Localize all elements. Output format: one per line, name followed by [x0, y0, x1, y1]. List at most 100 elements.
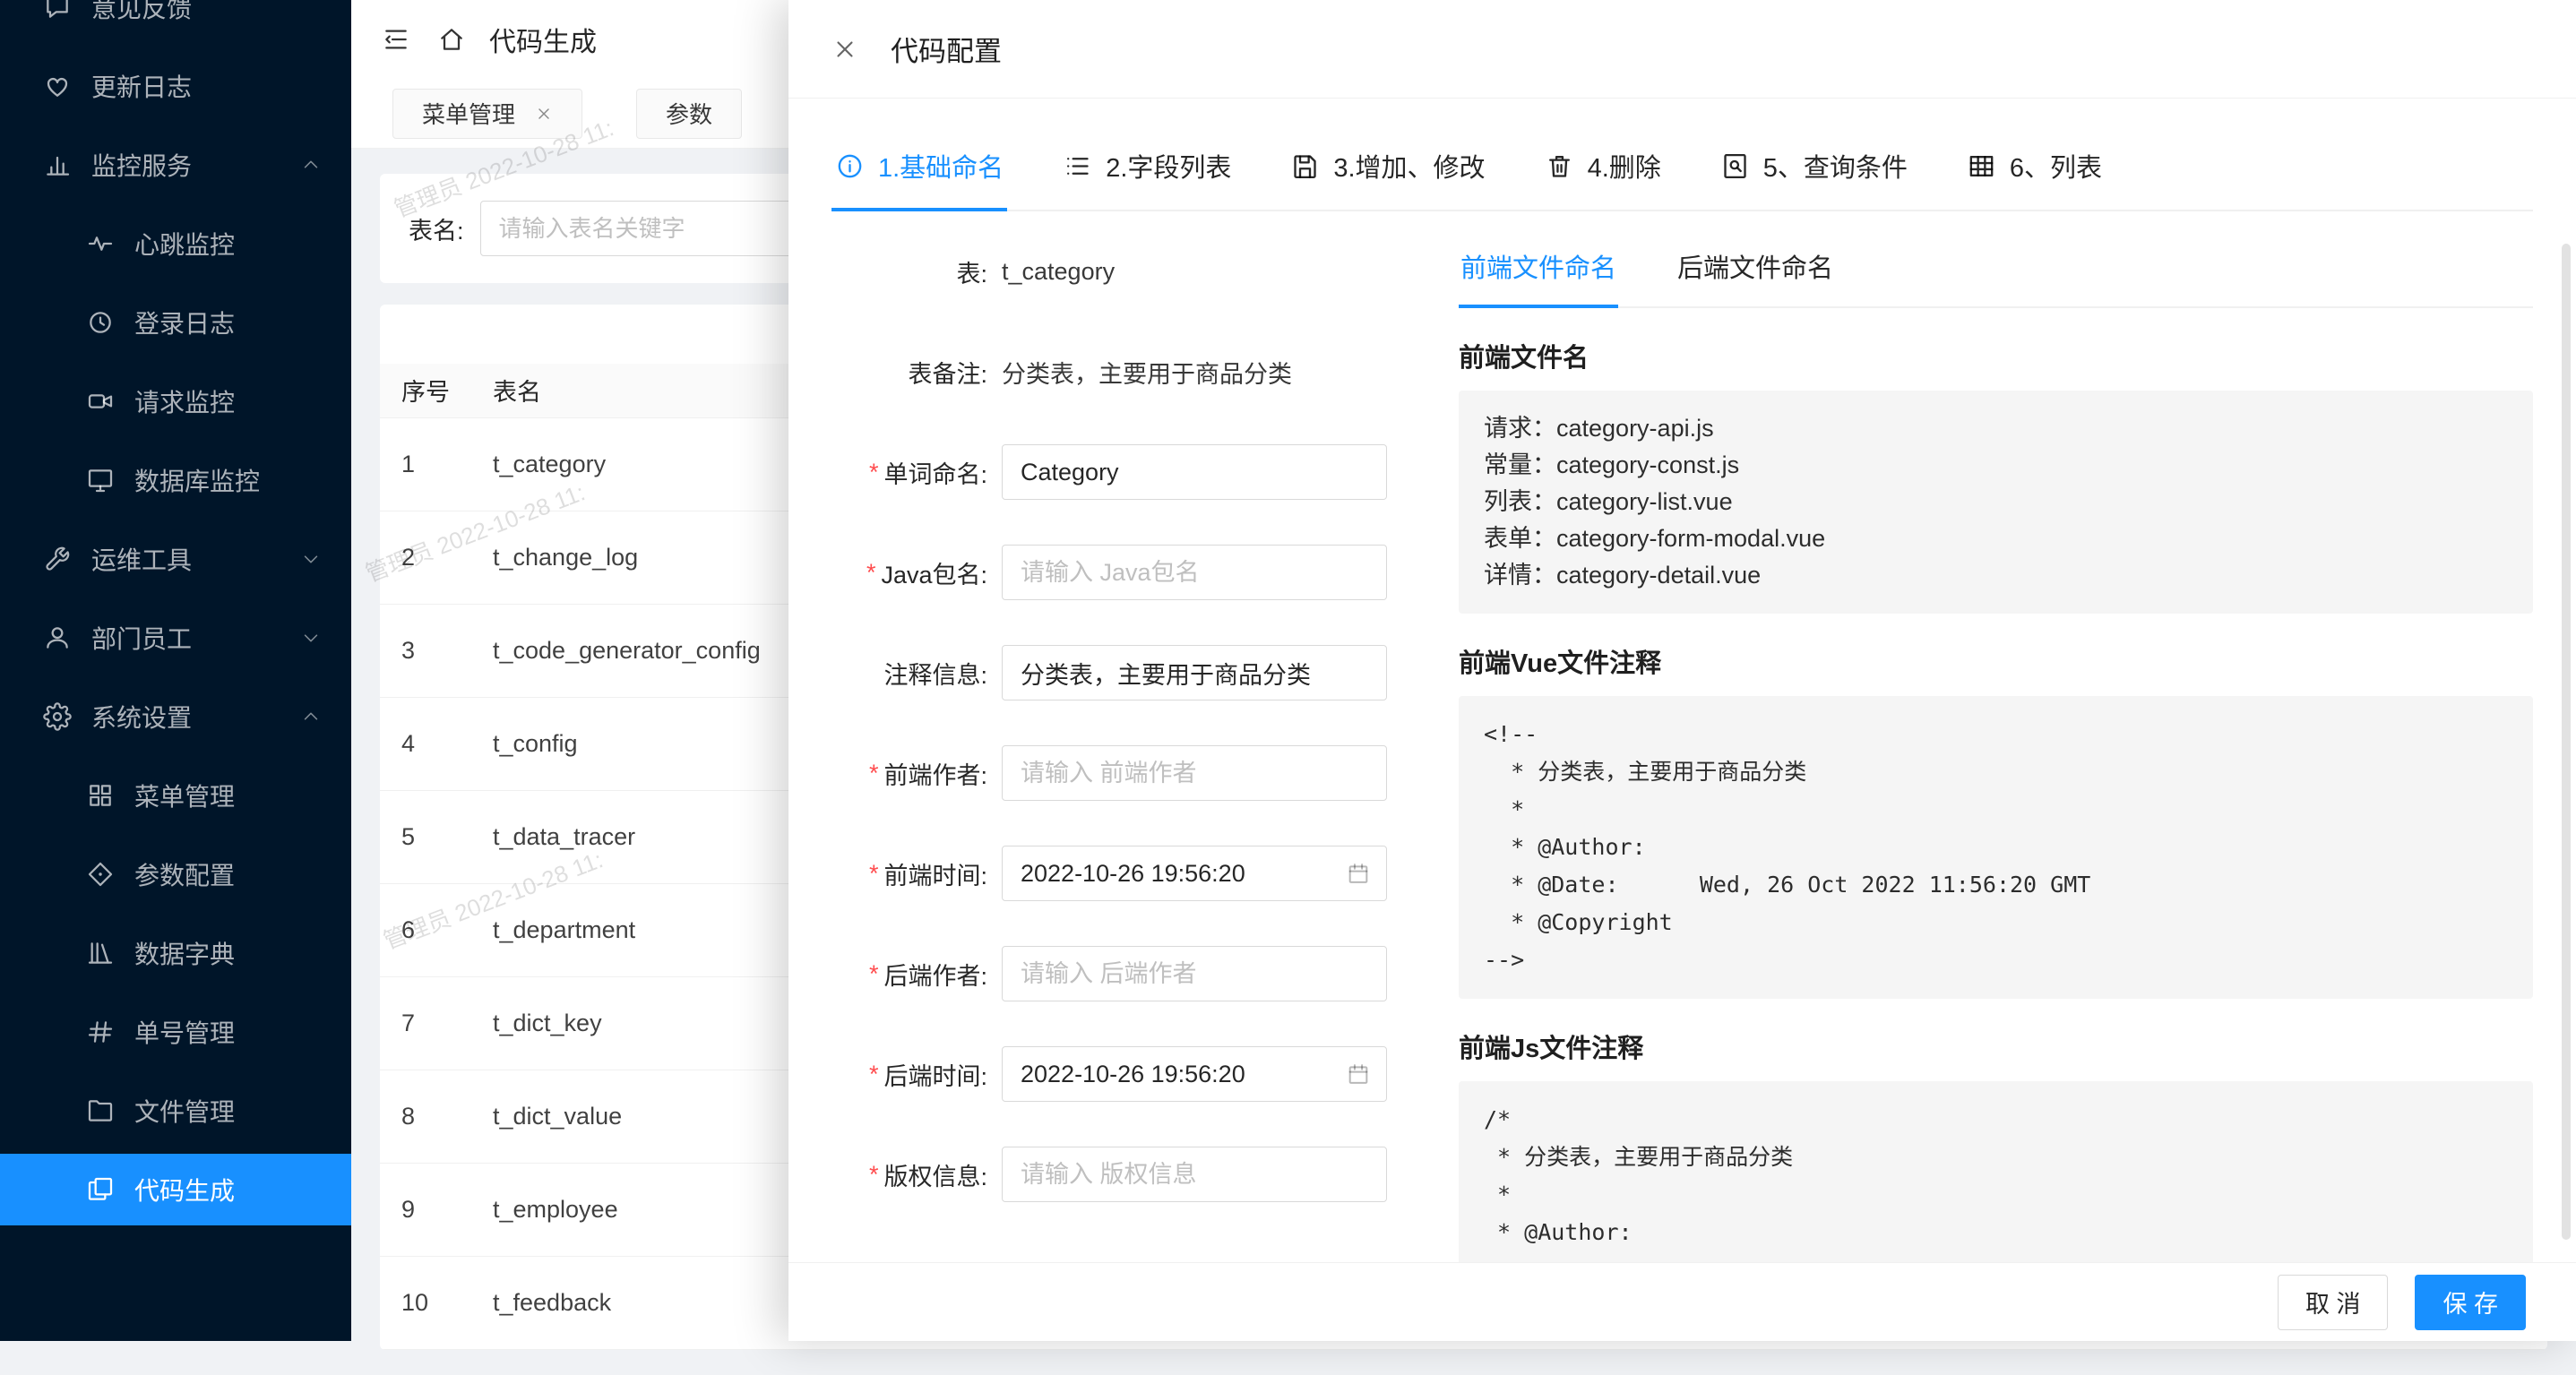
login-log-icon [86, 308, 115, 337]
sidebar-item-data-dict[interactable]: 数据字典 [0, 917, 351, 989]
drawer-scrollbar[interactable] [2562, 244, 2571, 1240]
step-tab-3[interactable]: 3.增加、修改 [1287, 134, 1488, 210]
data-dict-icon [86, 939, 115, 967]
step-tab-2[interactable]: 2.字段列表 [1059, 134, 1235, 210]
drawer-body: 1.基础命名2.字段列表3.增加、修改4.删除5、查询条件6、列表 表:t_ca… [788, 99, 2576, 1262]
field-label: 单词命名: [883, 455, 987, 490]
copyright-info-input[interactable] [1002, 1147, 1387, 1202]
preview-line: <!-- [1484, 716, 2508, 753]
list-icon [1063, 151, 1092, 181]
sidebar-item-label: 意见反馈 [91, 0, 192, 25]
row-index-cell: 5 [380, 790, 471, 883]
frontend-author-input[interactable] [1002, 745, 1387, 801]
sidebar-item-heartbeat[interactable]: 心跳监控 [0, 208, 351, 279]
table-remark-value: 分类表，主要用于商品分类 [1002, 355, 1292, 390]
table-column-header: 序号 [380, 364, 471, 417]
code-generate-icon [86, 1175, 115, 1204]
steps-bar: 1.基础命名 2.字段列表 3.增加、修改 4.删除 5、查询条件 6、列表 [831, 134, 2533, 211]
preview-section-box: /* * 分类表，主要用于商品分类 * * @Author: [1459, 1081, 2533, 1262]
home-icon[interactable] [437, 25, 466, 54]
search-file-icon [1720, 151, 1750, 181]
chevron-down-icon [301, 549, 321, 569]
drawer-footer: 取 消 保 存 [788, 1262, 2576, 1341]
sidebar-item-ops-tools[interactable]: 运维工具 [0, 523, 351, 595]
sidebar-item-label: 数据库监控 [134, 462, 260, 498]
comment-info-input[interactable] [1002, 645, 1387, 700]
required-mark: * [869, 760, 879, 787]
menu-collapse-icon[interactable] [382, 25, 410, 54]
form-row-backend-time: *后端时间: [831, 1046, 1387, 1102]
sidebar-item-database-monitor[interactable]: 数据库监控 [0, 444, 351, 516]
ops-tools-icon [43, 545, 72, 573]
field-label: 后端作者: [883, 957, 987, 992]
row-index-cell: 7 [380, 976, 471, 1070]
form-row-comment-info: 注释信息: [831, 645, 1387, 700]
step-tab-1[interactable]: 1.基础命名 [831, 134, 1007, 210]
param-config-icon [86, 860, 115, 889]
sidebar-item-label: 代码生成 [134, 1172, 235, 1207]
table-grid-icon [1967, 151, 1996, 181]
workspace-tab[interactable]: 菜单管理 [392, 89, 582, 139]
step-tab-6[interactable]: 6、列表 [1963, 134, 2106, 210]
sidebar-item-changelog-heart[interactable]: 更新日志 [0, 50, 351, 122]
preview-tab-label: 前端文件命名 [1460, 254, 1616, 283]
backend-time-input[interactable] [1002, 1046, 1387, 1102]
sidebar-item-department-staff[interactable]: 部门员工 [0, 602, 351, 674]
sidebar-item-param-config[interactable]: 参数配置 [0, 838, 351, 910]
step-tab-label: 3.增加、修改 [1333, 147, 1485, 185]
save-button[interactable]: 保 存 [2415, 1275, 2526, 1330]
form-row-frontend-time: *前端时间: [831, 846, 1387, 901]
drawer-title: 代码配置 [891, 29, 1002, 69]
monitor-service-icon [43, 150, 72, 179]
save-icon [1290, 151, 1320, 181]
sidebar-item-label: 监控服务 [91, 147, 192, 183]
drawer-header: 代码配置 [788, 0, 2576, 99]
workspace-tab-label: 参数 [666, 97, 712, 130]
sidebar-item-menu-manage[interactable]: 菜单管理 [0, 760, 351, 831]
java-package-input[interactable] [1002, 545, 1387, 600]
sidebar-item-login-log[interactable]: 登录日志 [0, 287, 351, 358]
sidebar-item-feedback[interactable]: 意见反馈 [0, 0, 351, 43]
sidebar-item-code-generate[interactable]: 代码生成 [0, 1154, 351, 1225]
preview-section-box: 请求：category-api.js常量：category-const.js列表… [1459, 391, 2533, 614]
backend-author-input[interactable] [1002, 946, 1387, 1001]
feedback-icon [43, 0, 72, 21]
preview-section-box: <!-- * 分类表，主要用于商品分类 * * @Author: * @Date… [1459, 696, 2533, 999]
request-monitor-icon [86, 387, 115, 416]
sidebar-item-settings-gear[interactable]: 系统设置 [0, 681, 351, 752]
workspace-tab-label: 菜单管理 [422, 97, 515, 130]
preview-section-heading: 前端Js文件注释 [1459, 1027, 2533, 1065]
sidebar-item-label: 菜单管理 [134, 778, 235, 813]
file-manage-icon [86, 1096, 115, 1125]
required-mark: * [866, 559, 876, 587]
tab-close-icon[interactable] [535, 105, 553, 123]
drawer-close-icon[interactable] [831, 36, 858, 63]
preview-line: 表单：category-form-modal.vue [1484, 520, 2508, 557]
workspace-tab[interactable]: 参数 [636, 89, 742, 139]
changelog-heart-icon [43, 72, 72, 100]
word-name-input[interactable] [1002, 444, 1387, 500]
cancel-button[interactable]: 取 消 [2278, 1275, 2389, 1330]
step-tab-label: 5、查询条件 [1763, 147, 1908, 185]
sidebar-item-file-manage[interactable]: 文件管理 [0, 1075, 351, 1147]
sidebar-item-request-monitor[interactable]: 请求监控 [0, 365, 351, 437]
row-index-cell: 6 [380, 883, 471, 976]
delete-icon [1545, 151, 1574, 181]
preview-section-heading: 前端文件名 [1459, 337, 2533, 374]
form-row-backend-author: *后端作者: [831, 946, 1387, 1001]
preview-tab-0[interactable]: 前端文件命名 [1459, 244, 1618, 306]
chevron-up-icon [301, 155, 321, 175]
step-tab-5[interactable]: 5、查询条件 [1717, 134, 1911, 210]
preview-tab-1[interactable]: 后端文件命名 [1676, 244, 1835, 306]
field-label: 注释信息: [883, 656, 987, 691]
frontend-time-input[interactable] [1002, 846, 1387, 901]
preview-line: * @Author: [1484, 1214, 2508, 1251]
step-tab-4[interactable]: 4.删除 [1541, 134, 1665, 210]
sidebar-item-monitor-service[interactable]: 监控服务 [0, 129, 351, 201]
required-mark: * [869, 459, 879, 486]
sidebar-item-serial-number[interactable]: 单号管理 [0, 996, 351, 1068]
sidebar-item-label: 更新日志 [91, 68, 192, 104]
preview-tab-label: 后端文件命名 [1677, 254, 1833, 283]
sidebar-item-label: 心跳监控 [134, 226, 235, 262]
form-row-word-name: *单词命名: [831, 444, 1387, 500]
